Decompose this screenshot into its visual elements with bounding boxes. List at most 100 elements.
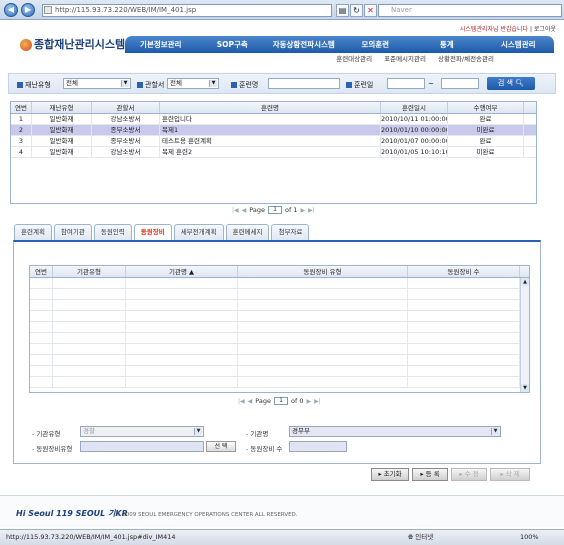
submenu-propagation[interactable]: 상황전파/체전송관리 bbox=[438, 53, 494, 66]
scroll-down-icon[interactable]: ▼ bbox=[521, 384, 529, 392]
office-select[interactable]: 전체 ▼ bbox=[167, 78, 219, 89]
chevron-down-icon: ▼ bbox=[121, 80, 129, 87]
table-row[interactable]: 1 일반화재 강남소방서 훈련입니다 2010/10/11 01:00:00 완… bbox=[11, 114, 536, 125]
training-name-input[interactable] bbox=[268, 78, 340, 89]
submenu-standard-message[interactable]: 표준메시지관리 bbox=[384, 53, 426, 66]
tab-personnel[interactable]: 동원인력 bbox=[93, 224, 132, 240]
date-to-input[interactable] bbox=[441, 78, 479, 89]
tab-participating-orgs[interactable]: 참여기관 bbox=[53, 224, 92, 240]
training-date-label: 훈련일 bbox=[346, 80, 373, 90]
refresh-icon[interactable]: ↻ bbox=[350, 4, 363, 17]
back-icon[interactable]: ◀ bbox=[4, 3, 18, 17]
org-name-value: 경무부 bbox=[292, 427, 310, 435]
col-org-name[interactable]: 기관명 ▲ bbox=[126, 266, 238, 277]
grid-header: 연번 재난유형 관할서 훈련명 훈련일시 수행여부 bbox=[11, 102, 536, 114]
edit-button-label: 수 정 bbox=[464, 470, 479, 478]
next-page-icon[interactable]: ▶ bbox=[306, 398, 311, 405]
reset-button[interactable]: ▸ 초기화 bbox=[371, 468, 409, 481]
tab-deployment-plan[interactable]: 세부전개계획 bbox=[173, 224, 224, 240]
empty-row bbox=[30, 377, 529, 388]
table-row[interactable]: 3 일반화재 종부소방서 테스트용 훈련계획 2010/01/07 00:00:… bbox=[11, 136, 536, 147]
col-disaster-type[interactable]: 재난유형 bbox=[32, 102, 92, 113]
menu-basic-info[interactable]: 기본정보관리 bbox=[125, 36, 197, 53]
col-training-date[interactable]: 훈련일시 bbox=[381, 102, 448, 113]
training-name-label: 훈련명 bbox=[231, 80, 258, 90]
browser-search-input[interactable]: Naver bbox=[378, 4, 562, 17]
cell-office: 종부소방서 bbox=[92, 125, 160, 135]
col-training-name[interactable]: 훈련명 bbox=[160, 102, 381, 113]
first-page-icon[interactable]: |◀ bbox=[232, 207, 239, 214]
disaster-type-select[interactable]: 전체 ▼ bbox=[63, 78, 131, 89]
logout-link[interactable]: 로그아웃 bbox=[534, 26, 556, 33]
scroll-up-icon[interactable]: ▲ bbox=[521, 278, 529, 286]
delete-button[interactable]: ▸ 삭 제 bbox=[490, 468, 530, 481]
zone-label: 인터넷 bbox=[415, 533, 434, 541]
browser-toolbar: ◀ ▶ http://115.93.73.220/WEB/IM/IM_401.j… bbox=[0, 0, 564, 20]
table-row-selected[interactable]: 2 일반화재 종부소방서 복제1 2010/01/10 00:00:00 미완료 bbox=[11, 125, 536, 136]
col-org-type[interactable]: 기관유형 bbox=[53, 266, 126, 277]
disaster-type-value: 전체 bbox=[66, 79, 78, 87]
cell-no: 1 bbox=[11, 114, 32, 124]
col-status[interactable]: 수행여부 bbox=[448, 102, 524, 113]
zoom-level[interactable]: 100% bbox=[520, 530, 539, 545]
first-page-icon[interactable]: |◀ bbox=[238, 398, 245, 405]
table-row[interactable]: 4 일반화재 강남소방서 복제 훈련2 2010/01/05 10:10:10 … bbox=[11, 147, 536, 158]
cell-training-date: 2010/01/07 00:00:00 bbox=[381, 136, 448, 146]
menu-auto-propagation[interactable]: 자동상황전파시스템 bbox=[268, 36, 340, 53]
col-no[interactable]: 연번 bbox=[30, 266, 53, 277]
reset-button-label: 초기화 bbox=[383, 470, 402, 478]
empty-row bbox=[30, 322, 529, 333]
equip-count-input[interactable] bbox=[289, 441, 347, 452]
search-button[interactable]: 검 색 🔍︎ bbox=[487, 77, 535, 90]
grid-scrollbar[interactable]: ▲ ▼ bbox=[520, 278, 529, 392]
stop-icon[interactable]: ✕ bbox=[364, 4, 377, 17]
equip-type-input[interactable] bbox=[80, 441, 204, 452]
tab-training-plan[interactable]: 훈련계획 bbox=[14, 224, 52, 240]
col-equip-type[interactable]: 동원장비 유형 bbox=[238, 266, 408, 277]
cell-office: 종부소방서 bbox=[92, 136, 160, 146]
prev-page-icon[interactable]: ◀ bbox=[242, 207, 247, 214]
select-button[interactable]: 선 택 bbox=[206, 441, 236, 452]
menu-mock-training[interactable]: 모의훈련 bbox=[340, 36, 412, 53]
page-footer: Hi Seoul 119 SEOUL 기KR © 2009 SEOUL EMER… bbox=[0, 495, 564, 527]
org-type-label: 기관유형 bbox=[32, 428, 60, 438]
page-input[interactable]: 1 bbox=[268, 206, 283, 214]
compat-icon[interactable]: ▤ bbox=[336, 4, 349, 17]
equipment-grid: 연번 기관유형 기관명 ▲ 동원장비 유형 동원장비 수 ▲ ▼ bbox=[29, 265, 530, 393]
address-bar[interactable]: http://115.93.73.220/WEB/IM/IM_401.jsp bbox=[42, 4, 332, 17]
prev-page-icon[interactable]: ◀ bbox=[248, 398, 253, 405]
site-logo[interactable]: 종합재난관리시스템 bbox=[20, 36, 125, 52]
tab-equipment[interactable]: 동원장비 bbox=[133, 224, 172, 240]
cell-office: 강남소방서 bbox=[92, 114, 160, 124]
office-value: 전체 bbox=[170, 79, 182, 87]
forward-icon[interactable]: ▶ bbox=[21, 3, 35, 17]
menu-sop[interactable]: SOP구축 bbox=[197, 36, 269, 53]
chevron-down-icon: ▼ bbox=[491, 428, 499, 435]
grid-header: 연번 기관유형 기관명 ▲ 동원장비 유형 동원장비 수 bbox=[30, 266, 529, 278]
last-page-icon[interactable]: ▶| bbox=[308, 207, 315, 214]
cell-office: 강남소방서 bbox=[92, 147, 160, 157]
office-label: 관할서 bbox=[137, 80, 164, 90]
last-page-icon[interactable]: ▶| bbox=[314, 398, 321, 405]
equip-type-label: 동원장비유형 bbox=[32, 443, 72, 453]
tab-attachments[interactable]: 첨부자료 bbox=[271, 224, 310, 240]
col-equip-count[interactable]: 동원장비 수 bbox=[408, 266, 520, 277]
register-button[interactable]: ▸ 등 록 bbox=[412, 468, 448, 481]
cell-training-name: 테스트용 훈련계획 bbox=[160, 136, 381, 146]
page-input[interactable]: 1 bbox=[274, 397, 289, 405]
col-no[interactable]: 연번 bbox=[11, 102, 32, 113]
submenu-training-target[interactable]: 훈련대상관리 bbox=[336, 53, 372, 66]
cell-status: 완료 bbox=[448, 114, 524, 124]
menu-statistics[interactable]: 통계 bbox=[411, 36, 483, 53]
empty-row bbox=[30, 366, 529, 377]
menu-system-admin[interactable]: 시스템관리 bbox=[483, 36, 555, 53]
cell-no: 4 bbox=[11, 147, 32, 157]
date-from-input[interactable] bbox=[387, 78, 425, 89]
edit-button[interactable]: ▸ 수 정 bbox=[451, 468, 487, 481]
org-type-select[interactable]: 경찰 ▼ bbox=[80, 426, 204, 437]
next-page-icon[interactable]: ▶ bbox=[300, 207, 305, 214]
org-name-select[interactable]: 경무부 ▼ bbox=[289, 426, 501, 437]
col-office[interactable]: 관할서 bbox=[92, 102, 160, 113]
tab-training-message[interactable]: 훈련메세지 bbox=[225, 224, 270, 240]
welcome-text: 시스템관리자님 반갑습니다 bbox=[459, 26, 529, 33]
